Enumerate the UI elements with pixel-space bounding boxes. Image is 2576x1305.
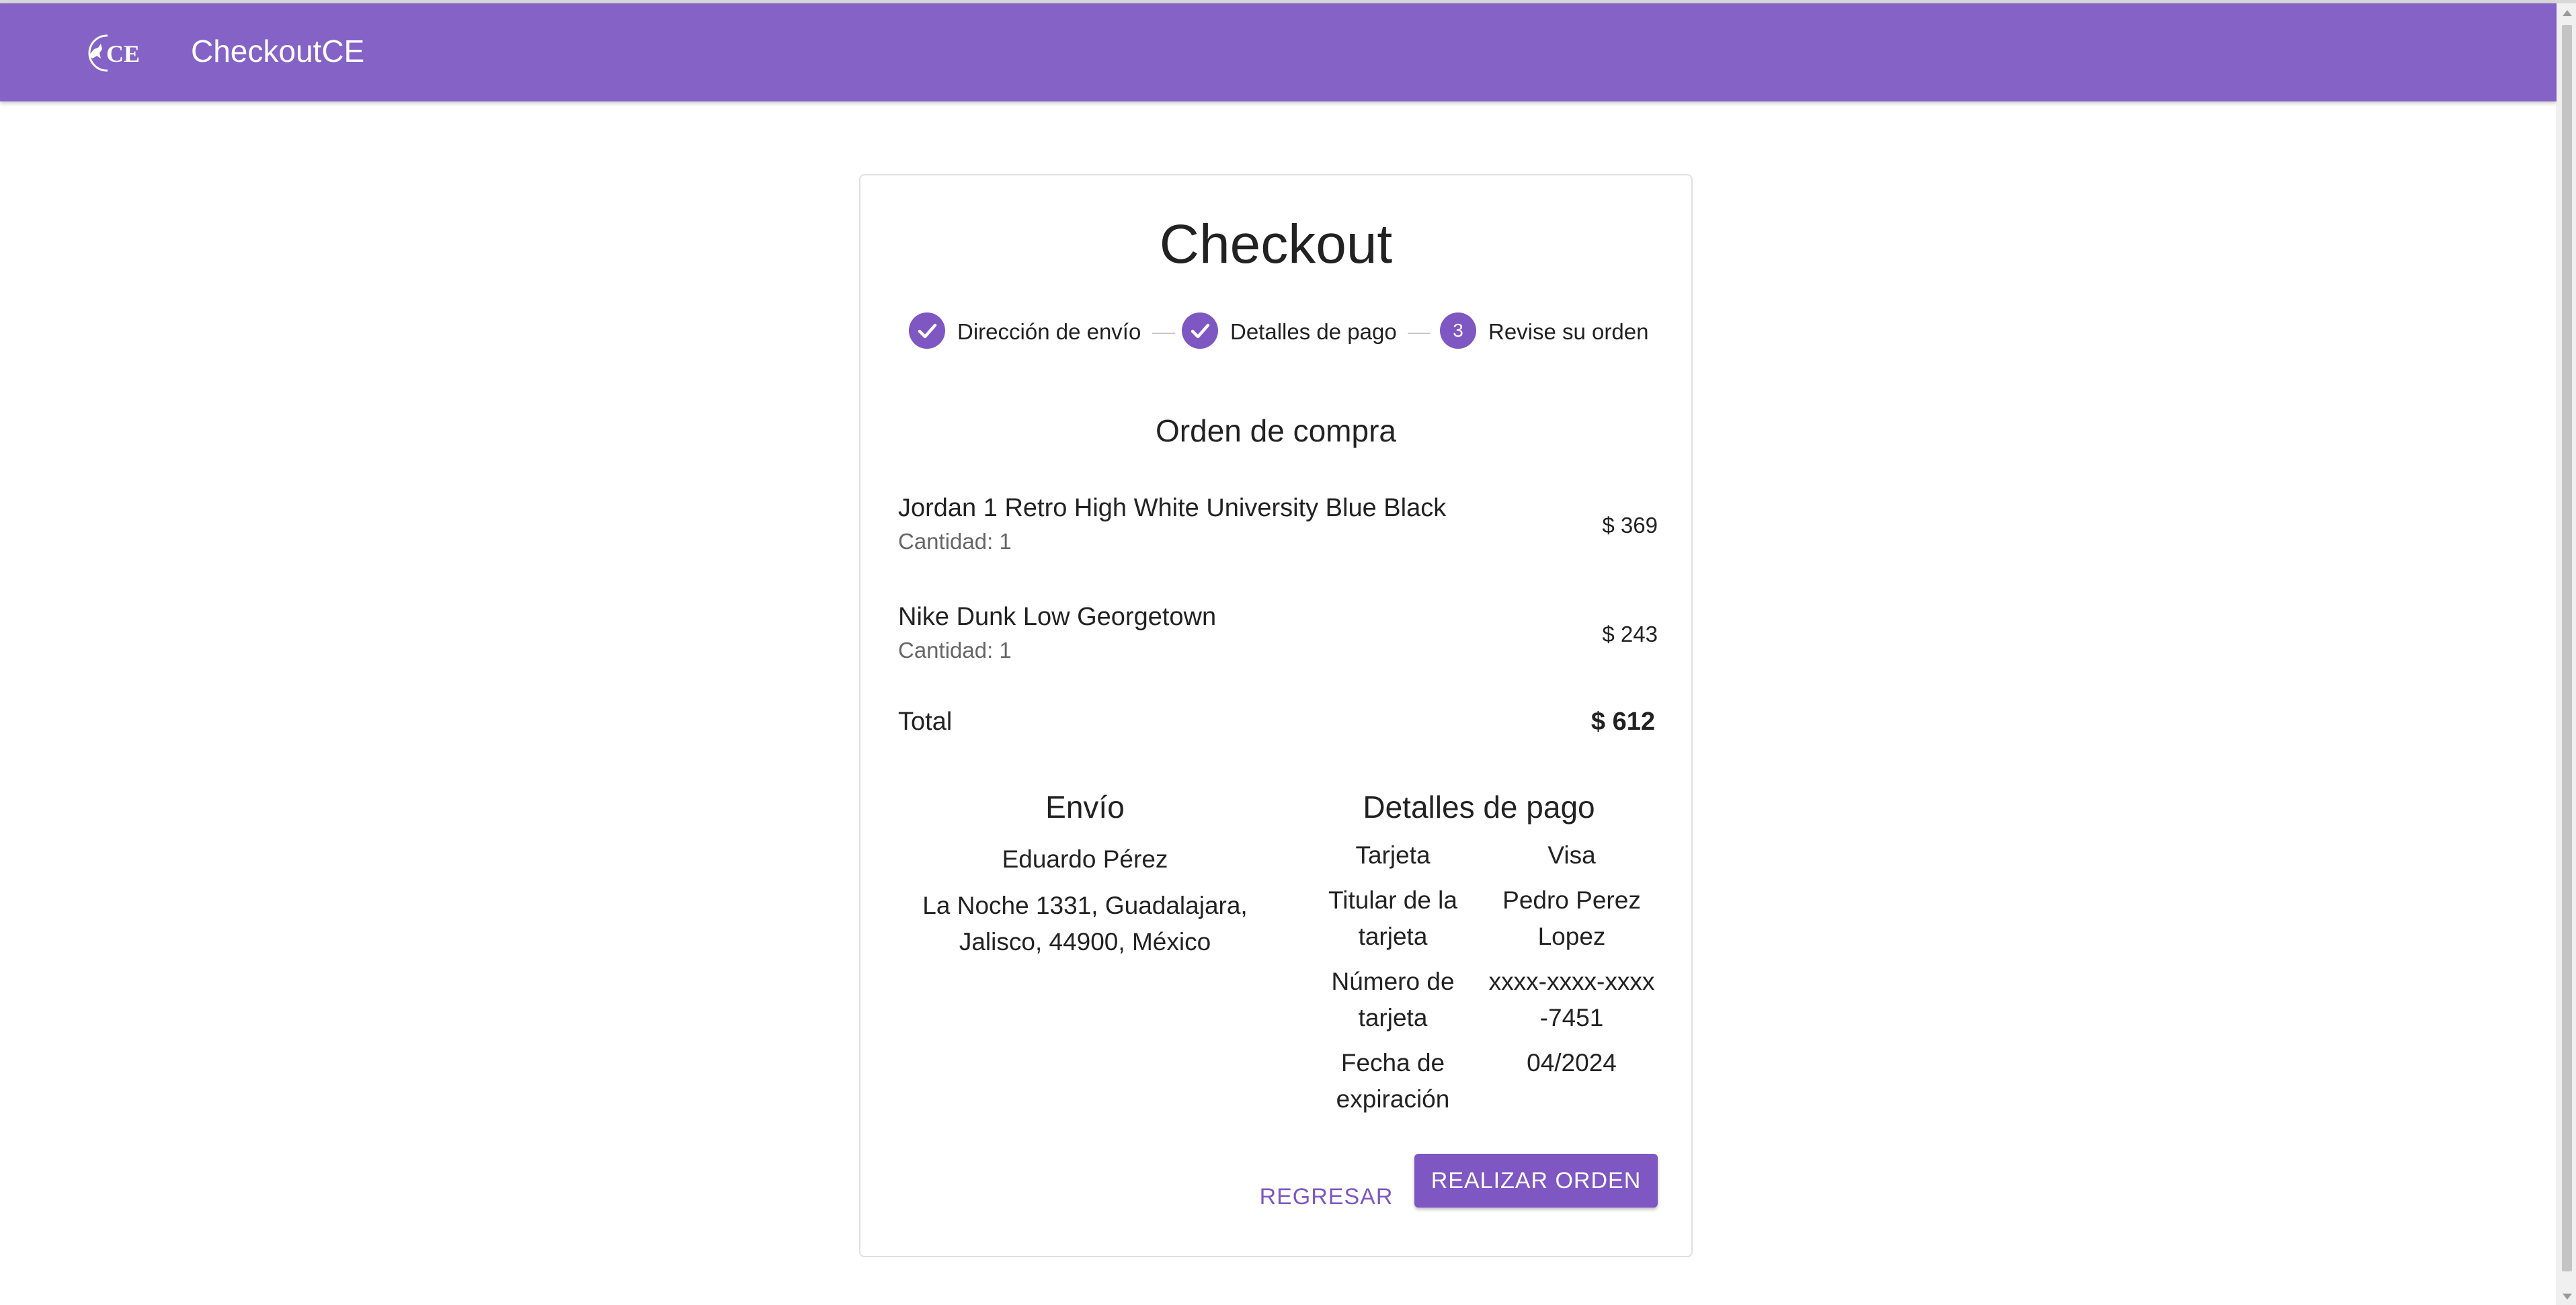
logo-text: CE [106,40,140,67]
checkout-card: Checkout Dirección de envío Detalles de … [859,174,1693,1257]
payment-value: Visa [1547,841,1596,869]
payment-key: Titular de la tarjeta [1328,886,1457,950]
payment-key: Tarjeta [1355,841,1431,869]
app-title[interactable]: CheckoutCE [191,33,364,69]
payment-row: Número de tarjeta xxxx-xxxx-xxxx-7451 [1300,964,1658,1038]
step-2-check-icon [1182,312,1218,349]
back-button[interactable]: Regresar [1249,1170,1404,1224]
step-1-check-icon [909,312,945,349]
item-quantity: Cantidad: 1 [898,529,1012,554]
payment-key: Fecha de expiración [1336,1049,1450,1113]
order-item: Jordan 1 Retro High White University Blu… [898,494,1658,568]
app-bar: CE CheckoutCE [0,3,2557,101]
step-2-label: Detalles de pago [1230,319,1397,344]
page-scrollbar[interactable] [2557,3,2576,1305]
payment-value: Pedro Perez Lopez [1502,886,1641,950]
payment-row: Titular de la tarjeta Pedro Perez Lopez [1300,882,1658,956]
shipping-title: Envío [1045,790,1125,825]
step-3-number: 3 [1440,312,1476,349]
order-item: Nike Dunk Low Georgetown Cantidad: 1 $ 2… [898,603,1658,677]
payment-key: Número de tarjeta [1331,968,1455,1032]
step-1-label: Dirección de envío [957,319,1141,344]
step-3-label: Revise su orden [1488,319,1649,344]
scrollbar-thumb[interactable] [2562,25,2572,1271]
payment-row: Fecha de expiración 04/2024 [1300,1045,1658,1119]
item-name: Jordan 1 Retro High White University Blu… [898,494,1447,522]
item-price: $ 369 [1602,513,1658,538]
shipping-name: Eduardo Pérez [1002,845,1168,873]
payment-value: 04/2024 [1527,1049,1617,1077]
step-connector [1408,333,1431,334]
app-logo[interactable]: CE [85,33,140,73]
payment-title: Detalles de pago [1363,790,1595,825]
item-price: $ 243 [1602,622,1658,646]
horse-logo-icon [88,34,126,72]
scroll-up-arrow-icon[interactable] [2563,10,2572,16]
place-order-button[interactable]: Realizar orden [1414,1154,1658,1208]
item-quantity: Cantidad: 1 [898,638,1012,663]
checkout-stepper: Dirección de envío Detalles de pago 3 Re… [860,312,1691,353]
total-label: Total [898,708,953,736]
item-name: Nike Dunk Low Georgetown [898,603,1217,631]
scroll-down-arrow-icon[interactable] [2563,1294,2572,1300]
payment-value: xxxx-xxxx-xxxx-7451 [1488,968,1655,1032]
step-connector [1152,333,1175,334]
order-section-title: Orden de compra [1156,413,1396,448]
payment-row: Tarjeta Visa [1300,837,1658,878]
shipping-address: La Noche 1331, Guadalajara, Jalisco, 449… [922,892,1248,956]
total-value: $ 612 [1591,708,1655,736]
page-title: Checkout [1159,214,1393,275]
